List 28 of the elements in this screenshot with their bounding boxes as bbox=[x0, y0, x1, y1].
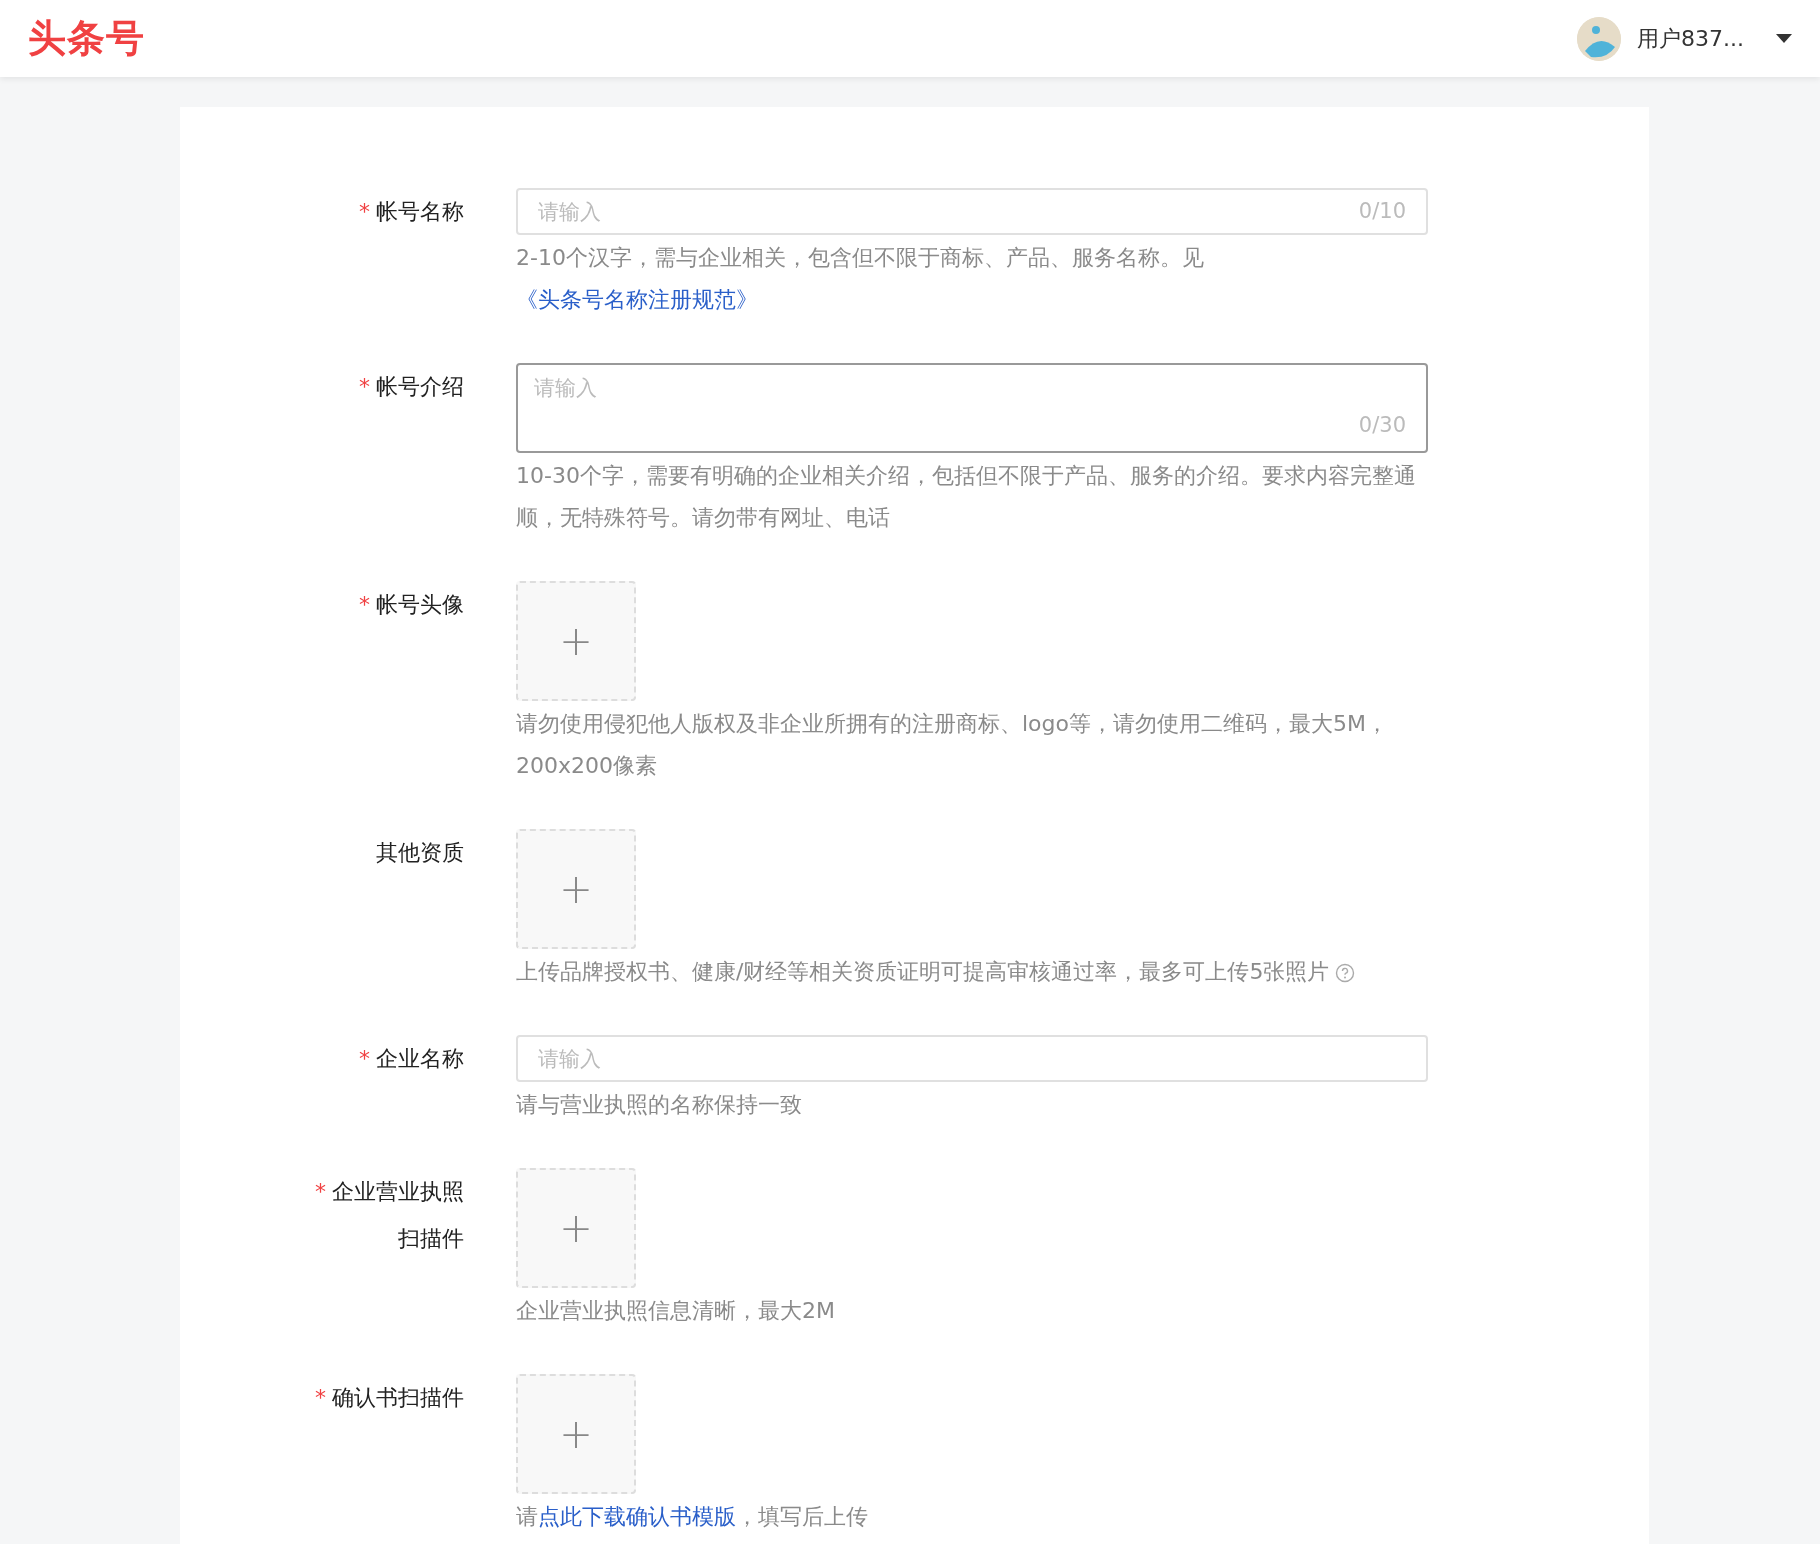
caret-icon[interactable] bbox=[1776, 33, 1792, 44]
help-icon[interactable] bbox=[1335, 963, 1356, 983]
hint-text: 2-10个汉字，需与企业相关，包含但不限于商标、产品、服务名称。见 《头条号名称注册规范》 bbox=[516, 244, 1205, 314]
hint-text: 企业营业执照信息清晰，最大2M bbox=[516, 1297, 836, 1325]
logo[interactable]: 头条号 bbox=[28, 10, 145, 67]
user-name[interactable]: 用户837... bbox=[1637, 22, 1744, 55]
upload-button[interactable]: + bbox=[516, 829, 636, 949]
upload-button[interactable]: + bbox=[516, 1374, 636, 1494]
hint-text: 上传品牌授权书、健康/财经等相关资质证明可提高审核通过率，最多可上传5张照片 bbox=[516, 951, 1428, 993]
field-label: 其他资质 bbox=[375, 839, 464, 867]
character-counter: 0/10 bbox=[1358, 198, 1406, 225]
field-label: * 帐号介绍 bbox=[358, 373, 464, 401]
hint-text: 请勿使用侵犯他人版权及非企业所拥有的注册商标、logo等，请勿使用二维码，最大5M，200x200像素 bbox=[516, 710, 1389, 780]
hint-text: 请与营业执照的名称保持一致 bbox=[516, 1091, 803, 1119]
hint-text: 请点此下载确认书模版，填写后上传 bbox=[516, 1503, 869, 1531]
upload-button[interactable]: + bbox=[516, 1168, 636, 1288]
text-input-field[interactable]: 请输入 bbox=[516, 1035, 1428, 1082]
field-label: * 帐号名称 bbox=[358, 198, 464, 226]
field-label: * 帐号头像 bbox=[358, 591, 464, 619]
rules-link[interactable]: 《头条号名称注册规范》 bbox=[516, 287, 758, 312]
avatar-icon[interactable] bbox=[1577, 16, 1621, 61]
field-label: * 企业名称 bbox=[358, 1045, 464, 1073]
upload-button[interactable]: + bbox=[516, 581, 636, 701]
character-counter: 0/30 bbox=[1358, 411, 1406, 439]
field-label: * 确认书扫描件 bbox=[314, 1384, 464, 1412]
download-link[interactable]: 点此下载确认书模版 bbox=[538, 1504, 736, 1529]
hint-text: 10-30个字，需要有明确的企业相关介绍，包括但不限于产品、服务的介绍。要求内容完整通顺，无特殊符号。请勿带有网址、电话 bbox=[516, 462, 1417, 532]
field-label: * 企业营业执照扫描件 bbox=[314, 1178, 464, 1253]
